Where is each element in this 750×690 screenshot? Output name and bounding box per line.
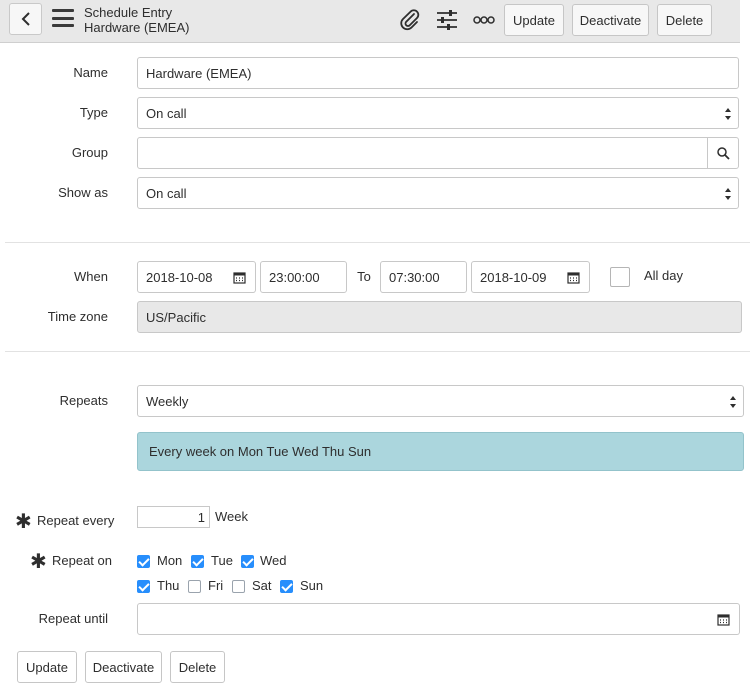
all-day-label: All day	[644, 268, 684, 283]
time-zone-label: Time zone	[47, 309, 108, 324]
show-as-value: On call	[146, 185, 187, 201]
name-value: Hardware (EMEA)	[146, 65, 252, 81]
type-label: Type	[79, 105, 108, 120]
repeat-on-thu-label: Thu	[157, 578, 180, 593]
end-date-picker-button[interactable]	[558, 261, 590, 293]
repeat-on-fri-checkbox[interactable]	[188, 580, 201, 593]
repeat-every-field[interactable]: 1	[137, 506, 210, 528]
type-select[interactable]: On call	[137, 97, 739, 129]
repeat-on-tue-label: Tue	[211, 553, 233, 568]
section-divider	[5, 242, 750, 243]
repeat-on-wed-label: Wed	[260, 553, 287, 568]
repeat-every-label: Repeat every	[37, 513, 115, 528]
update-button-header[interactable]: Update	[504, 4, 564, 36]
show-as-label: Show as	[58, 185, 108, 200]
repeat-on-sat-checkbox[interactable]	[232, 580, 245, 593]
delete-button-header[interactable]: Delete	[657, 4, 712, 36]
select-arrows-icon	[730, 396, 736, 408]
calendar-icon	[233, 271, 246, 284]
form-title: Schedule Entry Hardware (EMEA)	[84, 5, 189, 35]
group-lookup-button[interactable]	[707, 137, 739, 169]
start-date-value: 2018-10-08	[146, 269, 213, 285]
start-date-picker-button[interactable]	[224, 261, 256, 293]
time-zone-value: US/Pacific	[146, 309, 206, 325]
required-icon: ✱	[30, 551, 47, 573]
repeat-every-value: 1	[197, 509, 205, 525]
repeat-until-picker-button[interactable]	[708, 603, 740, 635]
form-header: Schedule Entry Hardware (EMEA) Update De…	[0, 0, 740, 43]
calendar-icon	[717, 613, 730, 626]
repeats-select[interactable]: Weekly	[137, 385, 744, 417]
repeat-until-label: Repeat until	[38, 611, 108, 626]
repeat-on-mon-label: Mon	[157, 553, 183, 568]
menu-icon[interactable]	[52, 9, 74, 27]
name-field[interactable]: Hardware (EMEA)	[137, 57, 739, 89]
time-zone-field: US/Pacific	[137, 301, 742, 333]
section-divider	[5, 351, 750, 352]
repeat-on-label: Repeat on	[52, 553, 112, 568]
delete-button[interactable]: Delete	[170, 651, 225, 683]
end-time-field[interactable]: 07:30:00	[380, 261, 467, 293]
deactivate-button[interactable]: Deactivate	[85, 651, 162, 683]
repeat-on-wed-checkbox[interactable]	[241, 555, 254, 568]
when-label: When	[74, 269, 108, 284]
select-arrows-icon	[725, 188, 731, 200]
repeat-until-field[interactable]	[137, 603, 709, 635]
repeat-every-unit: Week	[215, 509, 248, 524]
repeat-on-fri-label: Fri	[208, 578, 224, 593]
deactivate-button-header[interactable]: Deactivate	[572, 4, 649, 36]
calendar-icon	[567, 271, 580, 284]
repeat-on-tue-checkbox[interactable]	[191, 555, 204, 568]
to-label: To	[357, 269, 371, 284]
more-icon[interactable]	[472, 8, 496, 32]
repeat-on-sun-label: Sun	[300, 578, 324, 593]
settings-sliders-icon[interactable]	[435, 8, 459, 32]
type-value: On call	[146, 105, 187, 121]
required-icon: ✱	[15, 511, 32, 533]
group-field[interactable]	[137, 137, 708, 169]
repeat-summary-text: Every week on Mon Tue Wed Thu Sun	[149, 444, 372, 459]
back-button[interactable]	[9, 3, 42, 35]
search-icon	[716, 146, 730, 160]
end-date-value: 2018-10-09	[480, 269, 547, 285]
select-arrows-icon	[725, 108, 731, 120]
back-icon	[21, 12, 30, 26]
start-time-field[interactable]: 23:00:00	[260, 261, 347, 293]
group-label: Group	[71, 145, 108, 160]
end-time-value: 07:30:00	[389, 269, 440, 285]
page-title: Schedule Entry	[84, 5, 173, 20]
repeat-on-sat-label: Sat	[252, 578, 272, 593]
paperclip-icon[interactable]	[398, 8, 422, 32]
start-date-field[interactable]: 2018-10-08	[137, 261, 225, 293]
end-date-field[interactable]: 2018-10-09	[471, 261, 559, 293]
all-day-checkbox[interactable]	[610, 267, 630, 287]
show-as-select[interactable]: On call	[137, 177, 739, 209]
repeat-on-sun-checkbox[interactable]	[280, 580, 293, 593]
repeat-summary: Every week on Mon Tue Wed Thu Sun	[137, 432, 744, 471]
update-button[interactable]: Update	[17, 651, 77, 683]
repeats-label: Repeats	[59, 393, 108, 408]
repeats-value: Weekly	[146, 393, 189, 409]
name-label: Name	[73, 65, 108, 80]
start-time-value: 23:00:00	[269, 269, 320, 285]
repeat-on-thu-checkbox[interactable]	[137, 580, 150, 593]
repeat-on-mon-checkbox[interactable]	[137, 555, 150, 568]
record-name: Hardware (EMEA)	[84, 20, 190, 35]
